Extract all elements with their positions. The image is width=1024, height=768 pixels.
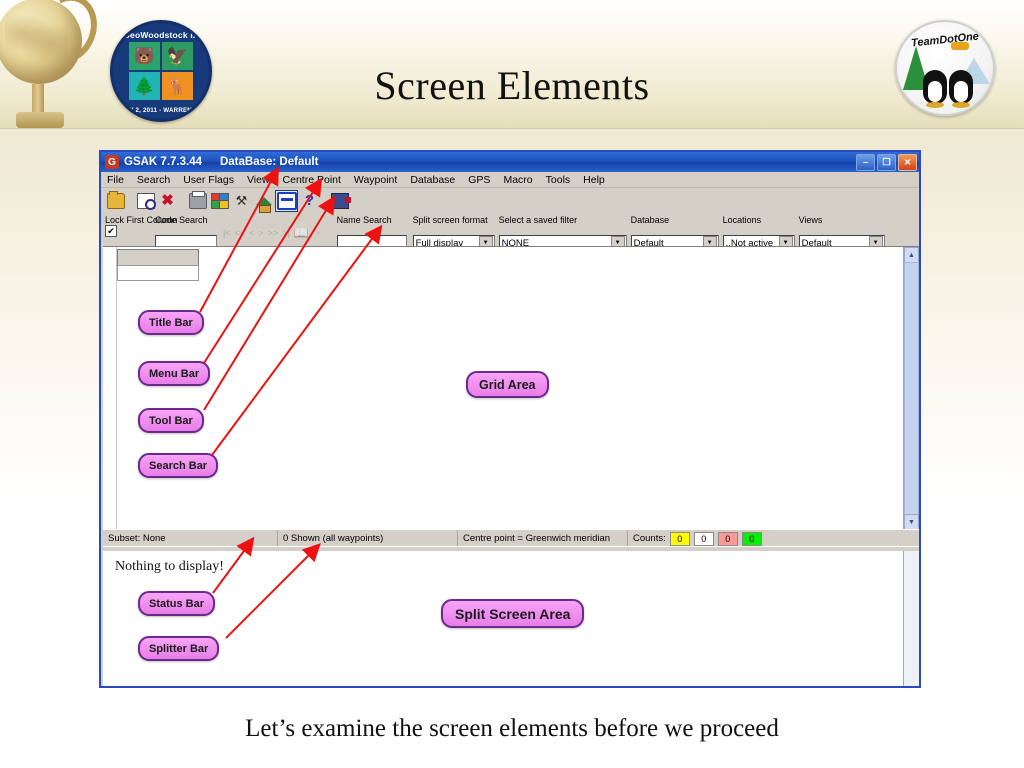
status-centre-point: Centre point = Greenwich meridian <box>458 530 628 547</box>
print-button[interactable] <box>187 190 208 211</box>
lock-first-column-checkbox[interactable]: ✔ <box>105 225 117 237</box>
menu-item-file[interactable]: File <box>107 174 124 186</box>
split-screen-button[interactable] <box>275 189 298 212</box>
globe-base <box>16 112 64 128</box>
lock-first-column-field: Lock First Column ✔ <box>105 215 178 237</box>
print-preview-button[interactable] <box>135 191 156 211</box>
split-pane-empty-message: Nothing to display! <box>115 559 224 574</box>
grid-colors-button[interactable] <box>209 191 230 211</box>
grid-row-gutter <box>103 247 117 530</box>
open-database-button[interactable] <box>105 190 126 211</box>
count-green: 0 <box>741 531 762 546</box>
callout-splitter-bar: Splitter Bar <box>138 636 220 661</box>
exit-button[interactable] <box>329 191 351 211</box>
callout-search-bar: Search Bar <box>138 453 219 478</box>
count-white: 0 <box>693 531 714 546</box>
printer-icon <box>188 190 207 209</box>
database-label: Database <box>630 215 670 225</box>
callout-grid-area: Grid Area <box>466 371 549 398</box>
tool-bar: ✖ ⚒ ? <box>101 188 919 213</box>
menu-item-tools[interactable]: Tools <box>546 174 571 186</box>
menu-item-database[interactable]: Database <box>410 174 455 186</box>
question-mark-icon: ? <box>304 192 315 209</box>
preview-icon <box>136 192 156 210</box>
search-bar: Lock First Column ✔ Code Search |< << < … <box>101 213 919 251</box>
scroll-up-button[interactable]: ▲ <box>904 247 919 263</box>
menu-item-macro[interactable]: Macro <box>503 174 532 186</box>
lock-first-column-label: Lock First Column <box>105 215 178 225</box>
locations-label: Locations <box>722 215 762 225</box>
title-bar-database: DataBase: Default <box>219 156 319 168</box>
callout-menu-bar: Menu Bar <box>138 361 211 386</box>
close-x-icon: ✖ <box>161 192 174 209</box>
split-screen-format-label: Split screen format <box>412 215 488 225</box>
nav-first-button[interactable]: |< <box>223 228 231 238</box>
menu-item-waypoint[interactable]: Waypoint <box>354 174 397 186</box>
split-pane-scrollbar[interactable] <box>903 551 919 686</box>
page-title: Screen Elements <box>374 63 650 108</box>
menu-bar: File Search User Flags View Centre Point… <box>101 172 919 188</box>
map-tool-icon: ⚒ <box>235 193 248 208</box>
status-bar: Subset: None 0 Shown (all waypoints) Cen… <box>103 529 919 547</box>
callout-split-screen-area: Split Screen Area <box>441 599 585 628</box>
grid-icon <box>210 192 229 209</box>
exit-icon <box>330 192 351 209</box>
menu-item-centre-point[interactable]: Centre Point <box>283 174 341 186</box>
title-bar-app-name: GSAK 7.7.3.44 <box>124 156 202 168</box>
menu-item-gps[interactable]: GPS <box>468 174 490 186</box>
logo-wordmark: TeamDotOne <box>910 30 980 50</box>
grid-vertical-scrollbar[interactable]: ▲ ▼ <box>903 247 919 530</box>
nav-prev-button[interactable]: < <box>249 228 254 238</box>
menu-item-user-flags[interactable]: User Flags <box>183 174 234 186</box>
gsak-app-icon: G <box>105 155 119 169</box>
nav-next-page-button[interactable]: >> <box>268 228 279 238</box>
status-shown-count: 0 Shown (all waypoints) <box>278 530 458 547</box>
books-icon[interactable]: 📖 <box>294 226 309 240</box>
callout-tool-bar: Tool Bar <box>138 408 204 433</box>
nav-next-button[interactable]: > <box>258 228 263 238</box>
record-navigation-buttons: |< << < > >> >| 📖 ☞ <box>223 215 323 240</box>
grid-filter-row-cell[interactable] <box>117 265 199 281</box>
minimize-button[interactable]: – <box>856 154 875 171</box>
maximize-button[interactable]: ❐ <box>877 154 896 171</box>
count-yellow: 0 <box>669 531 690 546</box>
menu-item-view[interactable]: View <box>247 174 270 186</box>
counts-label: Counts: <box>633 533 666 544</box>
window-controls: – ❐ ✕ <box>856 154 917 171</box>
nav-prev-page-button[interactable]: << <box>235 228 246 238</box>
count-red: 0 <box>717 531 738 546</box>
title-bar: G GSAK 7.7.3.44 DataBase: Default – ❐ ✕ <box>101 152 919 172</box>
menu-item-search[interactable]: Search <box>137 174 170 186</box>
code-search-label: Code Search <box>155 215 208 225</box>
saved-filter-label: Select a saved filter <box>498 215 578 225</box>
home-button[interactable] <box>253 191 274 213</box>
name-search-label: Name Search <box>336 215 392 225</box>
map-tool-button[interactable]: ⚒ <box>231 191 252 211</box>
menu-item-help[interactable]: Help <box>583 174 605 186</box>
slide-canvas: GeoWoodstock IX 🐻 🦅 🌲 🦌 JULY 2, 2011 - W… <box>0 0 1024 768</box>
status-subset: Subset: None <box>103 530 278 547</box>
split-screen-icon <box>276 191 297 210</box>
views-label: Views <box>798 215 823 225</box>
folder-icon <box>106 190 125 209</box>
delete-button[interactable]: ✖ <box>157 191 178 211</box>
help-button[interactable]: ? <box>299 191 320 211</box>
logo-top-text: GeoWoodstock IX <box>123 30 199 40</box>
slide-caption: Let’s examine the screen elements before… <box>245 715 779 742</box>
scroll-down-button[interactable]: ▼ <box>904 514 919 530</box>
pointer-icon[interactable]: ☞ <box>313 227 323 240</box>
scrollbar-thumb[interactable] <box>904 262 919 515</box>
callout-status-bar: Status Bar <box>138 591 216 616</box>
callout-title-bar: Title Bar <box>138 310 204 335</box>
nav-last-button[interactable]: >| <box>282 228 290 238</box>
close-button[interactable]: ✕ <box>898 154 917 171</box>
home-icon <box>255 196 272 213</box>
status-counts: Counts: 0 0 0 0 <box>628 530 919 547</box>
